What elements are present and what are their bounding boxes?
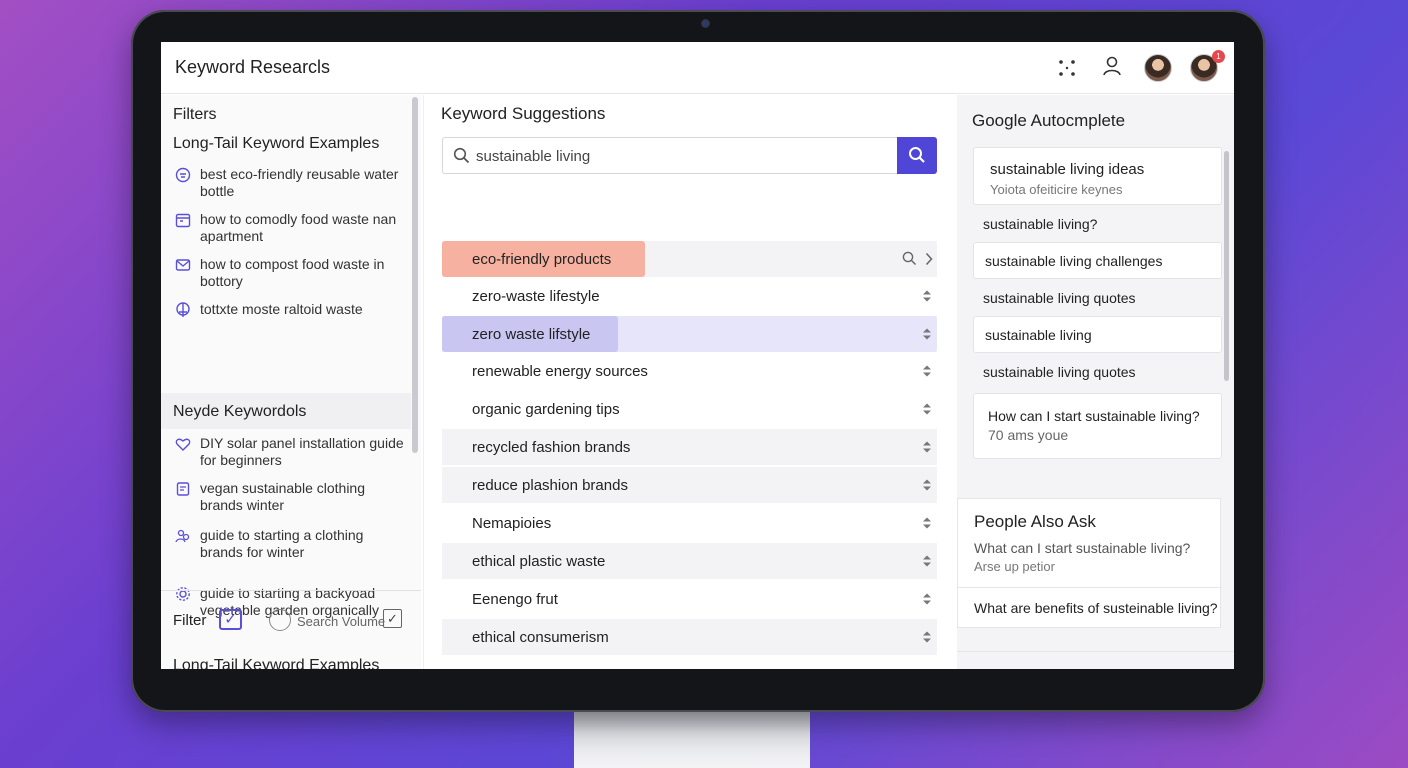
paa-question-subtitle: Arse up petior: [974, 559, 1055, 574]
autocomplete-item[interactable]: sustainable living quotes: [983, 290, 1136, 306]
search-icon[interactable]: [902, 251, 917, 271]
search-icon: [453, 147, 470, 169]
long-tail-heading-bottom: Long-Tail Keyword Examples: [173, 657, 380, 669]
webcam: [702, 20, 709, 27]
suggestion-subtitle: Yoiota ofeiticire keynes: [990, 182, 1123, 197]
divider: [161, 590, 421, 591]
sort-icon[interactable]: [922, 478, 932, 497]
filters-panel: Filters Long-Tail Keyword Examples best …: [161, 95, 421, 669]
keyword-row[interactable]: Eenengo frut: [442, 581, 937, 617]
chevron-right-icon[interactable]: [925, 252, 933, 271]
keyword-row[interactable]: reduce plashion brands: [442, 467, 937, 503]
keyword-label: reduce plashion brands: [472, 477, 628, 494]
search-button[interactable]: [897, 137, 937, 174]
sort-icon[interactable]: [922, 402, 932, 421]
apps-grid-icon[interactable]: [1057, 58, 1077, 83]
question-title: How can I start sustainable living?: [988, 408, 1200, 424]
sort-icon[interactable]: [922, 592, 932, 611]
autocomplete-item[interactable]: sustainable living quotes: [983, 364, 1136, 380]
keyword-row[interactable]: eco-friendly products: [442, 241, 937, 277]
document-icon: [175, 481, 191, 497]
suggestion-title: sustainable living: [985, 327, 1092, 343]
app-screen: Keyword Researcls 1 Filters Long-Tail Ke…: [161, 42, 1234, 669]
suggestion-title: sustainable living ideas: [990, 161, 1145, 178]
keyword-row[interactable]: renewable energy sources: [442, 353, 937, 389]
monitor-stand: [574, 712, 810, 768]
recycle-icon: [175, 302, 191, 318]
top-bar: Keyword Researcls 1: [161, 42, 1234, 94]
autocomplete-suggestion[interactable]: sustainable living: [973, 316, 1222, 353]
monitor-frame: Keyword Researcls 1 Filters Long-Tail Ke…: [131, 10, 1265, 712]
search-volume-radio[interactable]: [269, 609, 291, 631]
keyword-label: organic gardening tips: [472, 401, 620, 418]
divider: [957, 651, 1234, 652]
filter-label: Filter: [173, 612, 207, 629]
water-bottle-icon: [175, 167, 191, 183]
paa-question[interactable]: What are benefits of susteinable living?: [974, 600, 1218, 616]
gear-icon: [175, 586, 191, 602]
keyword-label: zero-waste lifestyle: [472, 288, 600, 305]
people-also-ask: People Also Ask What can I start sustain…: [957, 498, 1222, 628]
sort-icon[interactable]: [922, 516, 932, 535]
search-icon: [908, 146, 926, 169]
question-subtitle: 70 ams youe: [988, 427, 1069, 443]
keywords-heading: Neyde Keywordols: [173, 403, 307, 420]
question-suggestion[interactable]: How can I start sustainable living? 70 a…: [973, 393, 1222, 459]
app-title: Keyword Researcls: [175, 57, 331, 77]
keyword-row[interactable]: recycled fashion brands: [442, 429, 937, 465]
group-icon: [175, 528, 191, 544]
keyword-label: zero waste lifstyle: [472, 326, 591, 343]
sort-icon[interactable]: [922, 327, 932, 346]
keyword-suggestions-panel: Keyword Suggestions eco-friendly product…: [423, 95, 955, 669]
search-input[interactable]: [476, 146, 886, 166]
calendar-icon: [175, 212, 191, 228]
keyword-label: ethical plastic waste: [472, 553, 606, 570]
sort-icon[interactable]: [922, 554, 932, 573]
left-scrollbar[interactable]: [412, 97, 418, 453]
suggestion-title: sustainable living challenges: [985, 253, 1163, 269]
keyword-label: eco-friendly products: [472, 251, 612, 268]
avatar[interactable]: [1144, 54, 1172, 82]
sort-icon[interactable]: [922, 630, 932, 649]
long-tail-heading: Long-Tail Keyword Examples: [173, 135, 380, 152]
keyword-row[interactable]: ethical plastic waste: [442, 543, 937, 579]
user-icon[interactable]: [1101, 55, 1123, 82]
divider: [958, 587, 1222, 588]
keyword-row[interactable]: zero-waste lifestyle: [442, 278, 937, 314]
filter-checkbox[interactable]: ✓: [219, 609, 242, 630]
keyword-label: recycled fashion brands: [472, 439, 631, 456]
autocomplete-suggestion[interactable]: sustainable living challenges: [973, 242, 1222, 279]
notification-badge: 1: [1212, 50, 1225, 63]
mail-icon: [175, 257, 191, 273]
heart-icon: [175, 436, 191, 452]
search-volume-checkbox[interactable]: ✓: [383, 609, 402, 628]
sort-icon[interactable]: [922, 289, 932, 308]
paa-question[interactable]: What can I start sustainable living?: [974, 540, 1190, 556]
keyword-row[interactable]: organic gardening tips: [442, 391, 937, 427]
autocomplete-item[interactable]: sustainable living?: [983, 216, 1097, 232]
suggestions-heading: Keyword Suggestions: [441, 104, 606, 123]
autocomplete-panel: Google Autocmplete sustainable living id…: [957, 95, 1234, 669]
autocomplete-suggestion[interactable]: sustainable living ideas Yoiota ofeitici…: [973, 147, 1222, 205]
keyword-label: Eenengo frut: [472, 591, 558, 608]
search-box: [442, 137, 899, 174]
sort-icon[interactable]: [922, 364, 932, 383]
keyword-row[interactable]: ethical consumerism: [442, 619, 937, 655]
paa-heading: People Also Ask: [974, 512, 1096, 531]
row-actions: [902, 251, 933, 271]
keyword-label: Nemapioies: [472, 515, 552, 532]
right-scrollbar[interactable]: [1224, 151, 1229, 381]
keyword-label: renewable energy sources: [472, 363, 648, 380]
keyword-row[interactable]: Nemapioies: [442, 505, 937, 541]
sort-icon[interactable]: [922, 440, 932, 459]
keyword-row[interactable]: zero waste lifstyle: [442, 316, 937, 352]
autocomplete-heading: Google Autocmplete: [972, 111, 1126, 130]
filters-heading: Filters: [173, 106, 217, 123]
search-volume-label: Search Volume: [297, 614, 386, 629]
keyword-label: ethical consumerism: [472, 629, 609, 646]
